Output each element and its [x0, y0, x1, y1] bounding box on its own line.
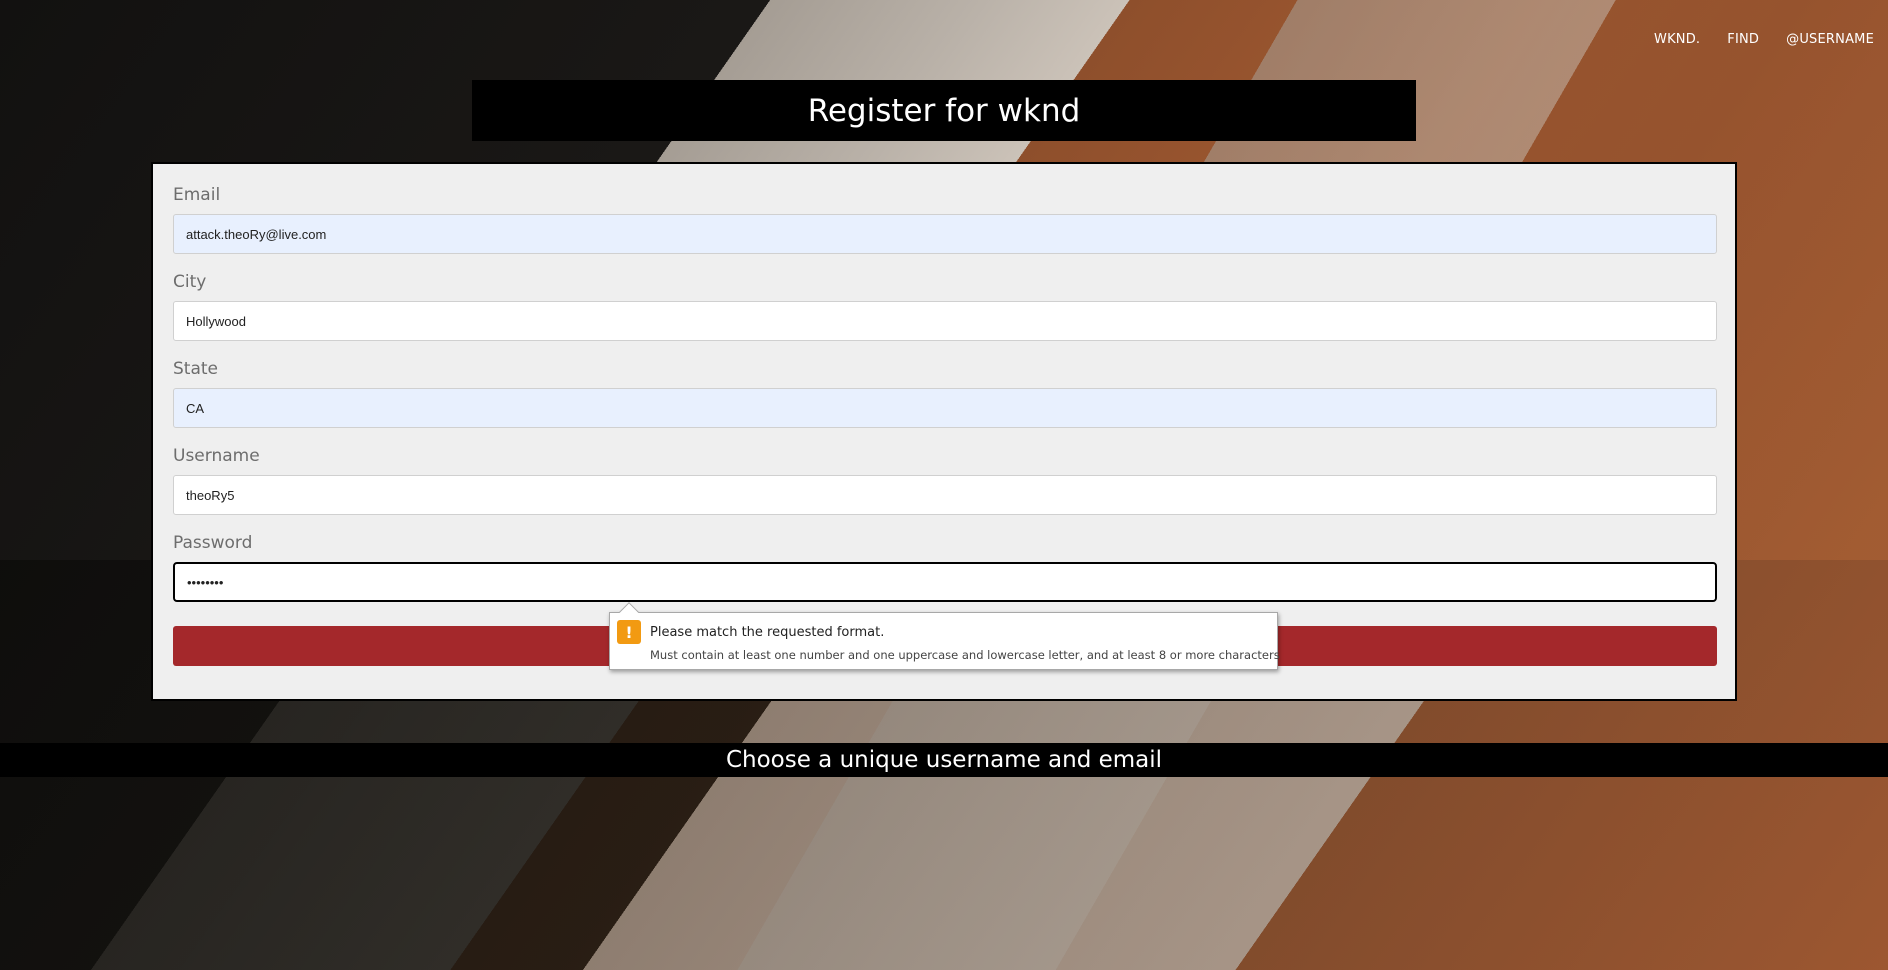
- nav-item-home[interactable]: WKND.: [1654, 32, 1700, 47]
- city-field[interactable]: [173, 301, 1717, 341]
- email-label: Email: [173, 185, 221, 205]
- nav-item-find[interactable]: FIND: [1727, 32, 1759, 47]
- top-navigation: WKND. FIND @USERNAME: [1654, 32, 1874, 47]
- username-label: Username: [173, 446, 260, 466]
- city-label: City: [173, 272, 207, 292]
- nav-item-username[interactable]: @USERNAME: [1786, 32, 1874, 47]
- validation-tooltip: ! Please match the requested format. Mus…: [609, 602, 1280, 670]
- password-field[interactable]: [173, 562, 1717, 602]
- state-label: State: [173, 359, 218, 379]
- tooltip-detail: Must contain at least one number and one…: [650, 648, 1280, 662]
- warning-icon: !: [617, 620, 641, 644]
- footer-hint: Choose a unique username and email: [0, 743, 1888, 777]
- password-label: Password: [173, 533, 253, 553]
- page-title: Register for wknd: [472, 80, 1416, 141]
- state-field[interactable]: [173, 388, 1717, 428]
- tooltip-title: Please match the requested format.: [650, 625, 885, 640]
- email-field[interactable]: [173, 214, 1717, 254]
- username-field[interactable]: [173, 475, 1717, 515]
